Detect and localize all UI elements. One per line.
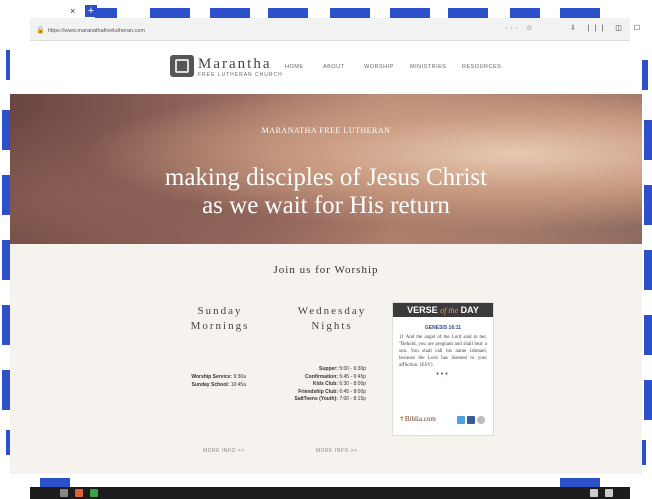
schedule-label: Worship Service: [191, 374, 233, 380]
sunday-more-info-link[interactable]: MORE INFO >> [203, 448, 245, 454]
site-brand-subtitle: FREE LUTHERAN CHURCH [198, 72, 283, 78]
nav-home[interactable]: HOME [285, 64, 304, 70]
taskbar-tray-icon[interactable] [590, 489, 598, 497]
taskbar-start-icon[interactable] [60, 489, 68, 497]
schedule-row: Confirmation: 5:45 - 6:45p [280, 374, 366, 382]
frame-dash-top-5 [330, 8, 370, 18]
frame-dash-top-3 [210, 8, 250, 18]
wednesday-more-info-link[interactable]: MORE INFO >> [316, 448, 358, 454]
facebook-icon[interactable] [467, 416, 475, 424]
wednesday-heading: Wednesday Nights [292, 304, 372, 334]
taskbar-app-icon[interactable] [75, 489, 83, 497]
frame-dash-left-6 [2, 370, 10, 410]
toolbar-icons[interactable]: ⇩ ||| ◫ ☐ [570, 24, 645, 32]
sunday-heading: Sunday Mornings [180, 304, 260, 334]
hero-banner: MARANATHA FREE LUTHERAN making disciples… [10, 94, 642, 244]
votd-title-a: VERSE [407, 305, 438, 315]
worship-section: Join us for Worship Sunday Mornings Wors… [10, 244, 642, 474]
frame-dash-left-4 [2, 240, 10, 280]
church-logo-icon[interactable] [170, 55, 194, 77]
schedule-label: Friendship Club: [298, 388, 338, 395]
address-bar[interactable]: 🔒 https://www.maranathafreelutheran.com [36, 25, 506, 36]
schedule-time: 10:45a [230, 381, 246, 388]
votd-footer: ✝Biblia.com [399, 415, 487, 427]
frame-dash-top-7 [448, 8, 488, 18]
schedule-time: 7:00 - 8:15p [339, 396, 366, 402]
frame-dash-right-2 [644, 120, 652, 160]
frame-dash-top-6 [390, 8, 430, 18]
schedule-row: Supper: 5:00 - 6:30p [280, 366, 366, 374]
frame-dash-top-8 [510, 8, 540, 18]
frame-dash-right-5 [644, 315, 652, 355]
hero-subtitle: MARANATHA FREE LUTHERAN [261, 126, 391, 135]
schedule-label: Kids Club: [312, 381, 338, 387]
share-icon[interactable] [477, 416, 485, 424]
hero-title: making disciples of Jesus Christ as we w… [10, 164, 642, 220]
schedule-time: 5:00 - 6:30p [339, 366, 366, 372]
frame-dash-right-6 [644, 380, 652, 420]
frame-dash-right-3 [644, 185, 652, 225]
schedule-label: Confirmation: [305, 373, 338, 380]
votd-title-b: of the [440, 306, 459, 315]
schedule-label: SaltTeens (Youth): [294, 396, 338, 402]
schedule-label: Supper: [319, 366, 338, 372]
frame-dash-top-9 [560, 8, 600, 18]
schedule-time: 9:30a [233, 374, 246, 380]
biblia-label: Biblia.com [404, 415, 436, 423]
page-actions-icons[interactable]: ··· ☆ [505, 24, 535, 32]
taskbar-app-icon[interactable] [90, 489, 98, 497]
votd-more-dots[interactable]: ••• [393, 371, 493, 378]
os-taskbar [30, 487, 630, 499]
hero-title-line-2: as we wait for His return [202, 192, 450, 219]
votd-text: 11 And the angel of the Lord said to her… [399, 335, 487, 368]
votd-title-c: DAY [460, 305, 479, 315]
wednesday-schedule: Supper: 5:00 - 6:30p Confirmation: 5:45 … [280, 366, 366, 404]
schedule-row: Sunday School: 10:45a [180, 382, 246, 390]
site-brand[interactable]: Marantha [198, 56, 271, 73]
new-tab-button[interactable]: + [85, 5, 97, 17]
taskbar-tray-icon[interactable] [605, 489, 613, 497]
wednesday-heading-line-1: Wednesday [297, 305, 367, 317]
tab-close-icon[interactable]: × [70, 6, 75, 16]
nav-ministries[interactable]: MINISTRIES [410, 64, 446, 70]
schedule-row: Worship Service: 9:30a [180, 374, 246, 382]
sunday-heading-line-2: Mornings [190, 320, 250, 332]
frame-dash-right-4 [644, 250, 652, 290]
sunday-schedule: Worship Service: 9:30a Sunday School: 10… [180, 374, 246, 389]
schedule-time: 6:45 - 8:00p [339, 388, 366, 395]
frame-dash-top-1 [95, 8, 117, 18]
nav-worship[interactable]: WORSHIP [364, 64, 394, 70]
hero-title-line-1: making disciples of Jesus Christ [164, 164, 488, 191]
verse-of-the-day-widget: VERSE of the DAY GENESIS 16:11 11 And th… [392, 302, 494, 436]
nav-resources[interactable]: RESOURCES [462, 64, 501, 70]
frame-dash-top-4 [268, 8, 308, 18]
sunday-heading-line-1: Sunday [197, 305, 243, 317]
worship-heading: Join us for Worship [273, 264, 379, 276]
schedule-label: Sunday School: [191, 381, 230, 388]
schedule-time: 6:30 - 8:00p [339, 381, 366, 387]
frame-dash-left-5 [2, 305, 10, 345]
votd-header: VERSE of the DAY [393, 303, 493, 317]
frame-dash-top-2 [150, 8, 190, 18]
frame-dash-left-2 [2, 110, 10, 150]
nav-about[interactable]: ABOUT [323, 64, 344, 70]
wednesday-heading-line-2: Nights [311, 320, 353, 332]
twitter-icon[interactable] [457, 416, 465, 424]
schedule-row: SaltTeens (Youth): 7:00 - 8:15p [280, 396, 366, 404]
frame-dash-left-3 [2, 175, 10, 215]
url-text: https://www.maranathafreelutheran.com [47, 28, 145, 34]
schedule-time: 5:45 - 6:45p [339, 373, 366, 380]
schedule-row: Kids Club: 6:30 - 8:00p [280, 381, 366, 389]
schedule-row: Friendship Club: 6:45 - 8:00p [280, 389, 366, 397]
lock-icon: 🔒 [36, 27, 45, 34]
biblia-logo[interactable]: ✝Biblia.com [399, 415, 436, 423]
